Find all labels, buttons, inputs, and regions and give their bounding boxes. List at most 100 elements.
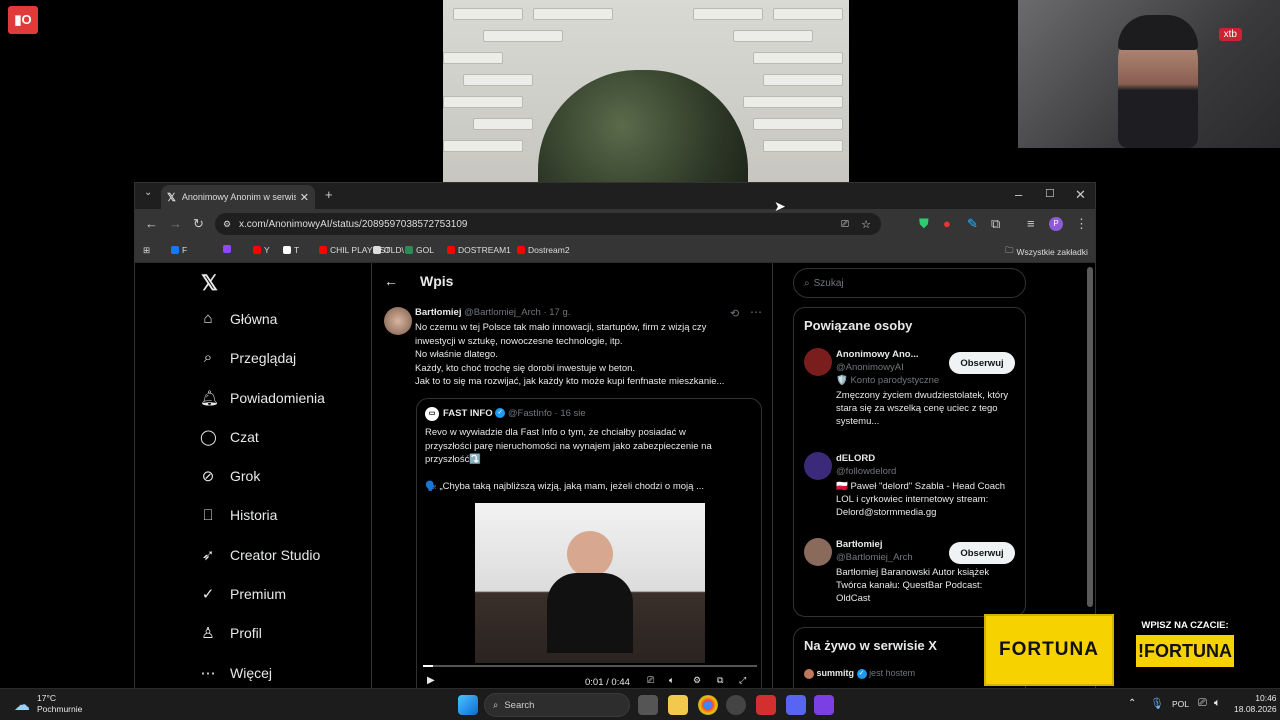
weather-widget[interactable]: 17°C Pochmurnie <box>37 693 82 715</box>
live-user: summitg <box>816 668 855 678</box>
back-arrow-icon[interactable]: ← <box>384 273 398 289</box>
nav-label: Creator Studio <box>230 546 321 563</box>
person-name[interactable]: Anonimowy Ano... <box>836 348 926 361</box>
chrome-icon[interactable] <box>698 695 718 715</box>
clock[interactable]: 10:46 18.08.2026 <box>1234 693 1277 715</box>
close-window-icon[interactable]: ✕ <box>1075 187 1086 203</box>
author-avatar[interactable] <box>384 307 412 335</box>
tab-list-icon[interactable]: ⌄ <box>144 187 152 198</box>
follow-button[interactable]: Obserwuj <box>949 542 1015 564</box>
file-explorer-icon[interactable] <box>668 695 688 715</box>
nav-item[interactable]: ⊘ Grok <box>200 467 261 485</box>
nav-item[interactable]: ⌕ Przeglądaj <box>200 349 296 366</box>
extension-icon[interactable]: ✎ <box>967 216 978 232</box>
shield-extension-icon[interactable]: ⛊ <box>919 216 929 232</box>
nav-item[interactable]: ⋯ Więcej <box>200 664 273 682</box>
pip-icon[interactable]: ⧉ <box>717 675 723 686</box>
bookmark-item[interactable]: OLD\ <box>373 245 404 255</box>
language-indicator[interactable]: POL <box>1172 699 1189 709</box>
task-view-icon[interactable] <box>638 695 658 715</box>
fullscreen-icon[interactable]: ⤢ <box>739 675 746 686</box>
forward-icon[interactable]: → <box>169 216 182 231</box>
discord-icon[interactable] <box>786 695 806 715</box>
mic-icon[interactable]: 🎙︎ <box>1150 697 1164 710</box>
post-more-icon[interactable]: ⋯ <box>750 305 762 319</box>
search-icon: ⌕ <box>804 277 810 289</box>
tab-close-icon[interactable]: ✕ <box>300 191 309 204</box>
bookmark-item[interactable] <box>223 245 234 253</box>
live-row[interactable]: summitg ✓ jest hostem <box>804 668 915 679</box>
install-icon[interactable]: ⎚ <box>841 219 849 230</box>
address-bar[interactable]: ⚙ x.com/AnonimowyAI/status/2089597038572… <box>215 213 881 235</box>
grok-icon[interactable]: ⟲ <box>730 307 739 320</box>
app-purple-icon[interactable] <box>814 695 834 715</box>
maximize-icon[interactable]: ☐ <box>1045 187 1055 200</box>
start-icon[interactable] <box>458 695 478 715</box>
person-name[interactable]: Bartłomiej <box>836 538 926 551</box>
bookmark-item[interactable]: F <box>171 245 187 255</box>
page-scrollbar[interactable] <box>1087 267 1093 607</box>
bookmark-item[interactable]: T <box>283 245 299 255</box>
app-red-icon[interactable] <box>756 695 776 715</box>
quote-line: Revo w wywiadzie dla Fast Info o tym, że… <box>425 427 686 438</box>
person-avatar[interactable] <box>804 538 832 566</box>
fortuna-promo-text: WPISZ NA CZACIE: <box>1141 620 1229 631</box>
nav-item[interactable]: ♙ Profil <box>200 624 262 642</box>
settings-icon[interactable]: ⚙ <box>693 675 701 686</box>
bookmark-item[interactable]: Dostream2 <box>517 245 570 255</box>
person-avatar[interactable] <box>804 348 832 376</box>
post-handle[interactable]: @Bartlomiej_Arch <box>464 307 541 318</box>
video-progress[interactable] <box>423 665 757 667</box>
clock-date: 18.08.2026 <box>1234 704 1277 714</box>
play-icon[interactable]: ▶ <box>427 675 435 686</box>
video-player[interactable] <box>475 503 705 663</box>
red-extension-icon[interactable]: ● <box>943 216 951 231</box>
person-note: 🛡️ Konto parodystyczne <box>836 375 940 386</box>
tray-chevron-icon[interactable]: ⌃ <box>1128 698 1136 709</box>
bookmark-item[interactable]: Y <box>253 245 270 255</box>
post-author[interactable]: Bartłomiej <box>415 307 461 318</box>
url-text: x.com/AnonimowyAI/status/208959703857275… <box>239 218 468 230</box>
star-icon[interactable]: ☆ <box>861 218 871 231</box>
profile-avatar[interactable]: P <box>1049 217 1063 231</box>
quoted-post[interactable]: ▭ FAST INFO ✓ @FastInfo · 16 sie Revo w … <box>416 398 762 689</box>
all-bookmarks[interactable]: 🗀 Wszystkie zakładki <box>1005 245 1088 259</box>
captions-icon[interactable]: ⎚ <box>647 675 654 686</box>
nav-item[interactable]: ◯ Czat <box>200 428 259 446</box>
taskbar-search[interactable]: ⌕ Search <box>484 693 630 717</box>
menu-dots-icon[interactable]: ⋮ <box>1075 216 1088 232</box>
volume-icon[interactable]: 🔈︎ <box>1214 697 1221 710</box>
stream-logo: ▮O <box>8 6 38 34</box>
search-input[interactable]: ⌕ Szukaj <box>793 268 1026 298</box>
taskbar-search-label: Search <box>504 699 535 711</box>
nav-item[interactable]: ➶ Creator Studio <box>200 546 321 564</box>
follow-button[interactable]: Obserwuj <box>949 352 1015 374</box>
reading-list-icon[interactable]: ≡ <box>1027 216 1035 231</box>
bookmark-item[interactable]: GOL <box>405 245 434 255</box>
nav-item[interactable]: ⎕ Historia <box>200 507 277 524</box>
nav-item[interactable]: 🔔︎ Powiadomienia <box>200 389 325 407</box>
nav-item[interactable]: ⌂ Główna <box>200 310 277 327</box>
post-line: No właśnie dlatego. <box>415 349 498 360</box>
related-title: Powiązane osoby <box>804 318 913 333</box>
person-handle[interactable]: @followdelord <box>836 465 1016 478</box>
person-avatar[interactable] <box>804 452 832 480</box>
reload-icon[interactable]: ↻ <box>193 216 204 232</box>
extensions-puzzle-icon[interactable]: ⧉ <box>991 216 1000 232</box>
site-info-icon[interactable]: ⚙ <box>223 219 231 230</box>
bookmark-item[interactable]: DOSTREAM1 <box>447 245 511 255</box>
back-icon[interactable]: ← <box>145 216 158 231</box>
obs-icon[interactable] <box>726 695 746 715</box>
minimize-icon[interactable]: – <box>1015 187 1022 202</box>
person-name[interactable]: dELORD <box>836 452 926 465</box>
quote-line: przyszłość⤵️ <box>425 454 482 465</box>
tab-active[interactable]: 𝕏 Anonimowy Anonim w serwisie ✕ <box>161 185 315 209</box>
new-tab-icon[interactable]: + <box>325 187 333 202</box>
live-note: jest hostem <box>869 668 916 678</box>
apps-icon[interactable]: ⊞ <box>143 245 150 256</box>
nav-label: Historia <box>230 507 278 523</box>
nav-item[interactable]: ✓ Premium <box>200 585 286 603</box>
x-logo-icon[interactable]: 𝕏 <box>201 271 218 296</box>
volume-icon[interactable]: 🔈︎ <box>669 675 674 686</box>
network-icon[interactable]: ⎚ <box>1198 697 1207 710</box>
